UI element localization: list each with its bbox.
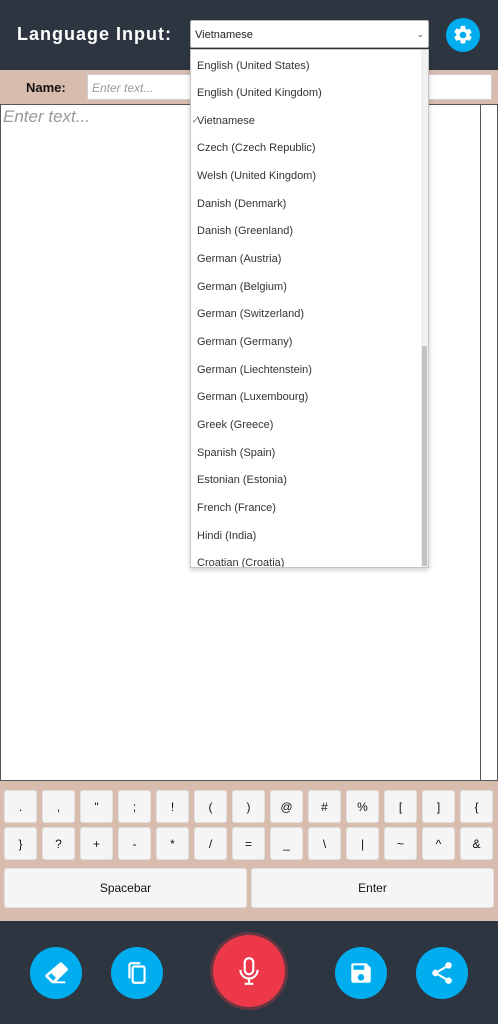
share-icon [432,962,452,984]
dropdown-option[interactable]: German (Austria) [197,253,281,265]
settings-button[interactable] [446,18,480,52]
save-button[interactable] [335,947,387,999]
microphone-button[interactable] [213,935,285,1007]
eraser-icon [45,962,68,984]
key[interactable]: ? [42,827,75,860]
share-button[interactable] [416,947,468,999]
key[interactable]: / [194,827,227,860]
dropdown-option[interactable]: German (Luxembourg) [197,391,308,403]
bottom-toolbar [0,921,498,1024]
key[interactable]: { [460,790,493,823]
dropdown-option[interactable]: Estonian (Estonia) [197,474,287,486]
microphone-icon [239,957,259,985]
page-title: Language Input: [17,24,172,44]
dropdown-option[interactable]: German (Liechtenstein) [197,364,312,376]
key[interactable]: - [118,827,151,860]
dropdown-option[interactable]: English (United States) [197,60,310,72]
spacebar-key[interactable]: Spacebar [4,868,247,908]
key[interactable]: \ [308,827,341,860]
dropdown-option[interactable]: Danish (Greenland) [197,225,293,237]
dropdown-option[interactable]: Croatian (Croatia) [197,557,284,567]
language-select-value: Vietnamese [195,29,253,41]
key[interactable]: ~ [384,827,417,860]
key[interactable]: & [460,827,493,860]
copy-icon [128,962,146,984]
gear-icon [454,25,472,44]
dropdown-option-selected[interactable]: Vietnamese [197,115,255,127]
dropdown-scrollbar[interactable] [421,50,428,567]
dropdown-option[interactable]: German (Germany) [197,336,292,348]
copy-button[interactable] [111,947,163,999]
key[interactable]: + [80,827,113,860]
dropdown-option[interactable]: Danish (Denmark) [197,198,286,210]
dropdown-option[interactable]: Hindi (India) [197,530,256,542]
key[interactable]: ( [194,790,227,823]
key[interactable]: ] [422,790,455,823]
dropdown-option[interactable]: German (Belgium) [197,281,287,293]
dropdown-option[interactable]: Greek (Greece) [197,419,273,431]
key[interactable]: % [346,790,379,823]
chevron-down-icon: ⌄ [416,29,424,39]
dropdown-option[interactable]: Spanish (Spain) [197,447,275,459]
symbol-keyboard: . , " ; ! ( ) @ # % [ ] { } ? + - * / = … [0,781,498,921]
key[interactable]: ^ [422,827,455,860]
clear-button[interactable] [30,947,82,999]
dropdown-option[interactable]: French (France) [197,502,276,514]
key[interactable]: = [232,827,265,860]
dropdown-option[interactable]: Welsh (United Kingdom) [197,170,316,182]
key[interactable]: [ [384,790,417,823]
dropdown-option[interactable]: Czech (Czech Republic) [197,142,316,154]
key[interactable]: " [80,790,113,823]
key[interactable]: # [308,790,341,823]
key[interactable]: ) [232,790,265,823]
key[interactable]: } [4,827,37,860]
dropdown-scrollbar-thumb[interactable] [422,346,427,566]
key[interactable]: , [42,790,75,823]
enter-key[interactable]: Enter [251,868,494,908]
language-dropdown-list: English (United States) English (United … [190,49,429,568]
save-icon [351,963,371,983]
dropdown-option[interactable]: English (United Kingdom) [197,87,322,99]
text-area-scrollbar[interactable] [481,104,498,781]
key[interactable]: _ [270,827,303,860]
key[interactable]: | [346,827,379,860]
key[interactable]: @ [270,790,303,823]
key[interactable]: ; [118,790,151,823]
key[interactable]: . [4,790,37,823]
language-select[interactable]: Vietnamese ⌄ [190,20,429,48]
key[interactable]: ! [156,790,189,823]
dropdown-option[interactable]: German (Switzerland) [197,308,304,320]
name-label: Name: [26,80,66,95]
key[interactable]: * [156,827,189,860]
